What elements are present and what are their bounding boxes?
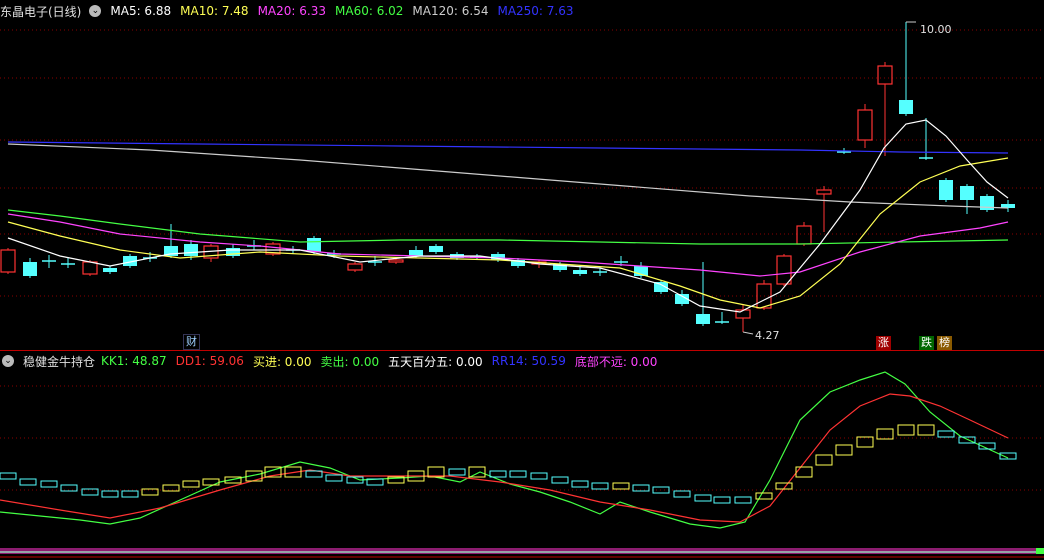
candle-body-down bbox=[429, 246, 443, 252]
indicator-title: 稳健金牛持仓 bbox=[23, 354, 96, 369]
ma120-line bbox=[7, 143, 1009, 209]
candle-body-down bbox=[960, 186, 974, 200]
candle-body-up bbox=[0, 249, 16, 273]
signal-box bbox=[121, 490, 139, 498]
stock-title: 东晶电子(日线) bbox=[0, 4, 82, 19]
low-price-label: 4.27 bbox=[755, 329, 780, 342]
candle-body-down bbox=[307, 238, 321, 252]
signal-box bbox=[325, 474, 343, 482]
signal-box bbox=[182, 480, 200, 488]
rank-badge[interactable]: 榜 bbox=[937, 336, 952, 350]
signal-box bbox=[101, 490, 119, 498]
signal-box bbox=[835, 444, 853, 456]
high-price-label: 10.00 bbox=[920, 23, 952, 36]
candle-body-down bbox=[939, 180, 953, 200]
finance-badge[interactable]: 财 bbox=[183, 334, 200, 350]
ma60-label: MA60: 6.02 bbox=[335, 4, 404, 18]
candle-body-down bbox=[103, 268, 117, 272]
signal-box bbox=[468, 466, 486, 478]
candle-body-down bbox=[573, 270, 587, 274]
signal-strip-end bbox=[1036, 548, 1044, 554]
ma250-line bbox=[7, 141, 1009, 154]
signal-box bbox=[755, 492, 773, 500]
signal-box bbox=[509, 470, 527, 478]
signal-box bbox=[489, 470, 507, 478]
signal-box bbox=[571, 480, 589, 488]
rise-badge[interactable]: 涨 bbox=[876, 336, 891, 350]
ma20-line bbox=[7, 213, 1009, 277]
dd1-label: DD1: 59.06 bbox=[175, 354, 244, 368]
candle-body-up bbox=[776, 255, 792, 285]
signal-box bbox=[897, 424, 915, 436]
candle-body-up bbox=[796, 225, 812, 245]
five-day-label: 五天百分五: 0.00 bbox=[388, 354, 483, 369]
ma60-line bbox=[7, 209, 1009, 245]
price-legend: 东晶电子(日线) ⌄ MA5: 6.88 MA10: 7.48 MA20: 6.… bbox=[0, 3, 583, 19]
signal-box bbox=[19, 478, 37, 486]
ma5-line bbox=[7, 119, 1009, 313]
signal-box bbox=[713, 496, 731, 504]
candle-body-down bbox=[696, 314, 710, 324]
signal-box bbox=[734, 496, 752, 504]
candle-body-up bbox=[857, 109, 873, 141]
signal-box bbox=[815, 454, 833, 466]
ma5-label: MA5: 6.88 bbox=[110, 4, 172, 18]
collapse-icon[interactable]: ⌄ bbox=[2, 355, 14, 367]
kk1-label: KK1: 48.87 bbox=[101, 354, 167, 368]
signal-box bbox=[0, 472, 17, 480]
indicator-chart bbox=[0, 371, 1044, 558]
signal-box bbox=[591, 482, 609, 490]
ma250-label: MA250: 7.63 bbox=[497, 4, 574, 18]
candle-body-up bbox=[347, 263, 363, 271]
candle-body-down bbox=[899, 100, 913, 114]
sell-label: 卖出: 0.00 bbox=[320, 354, 380, 369]
ma120-label: MA120: 6.54 bbox=[412, 4, 489, 18]
dd1-line bbox=[0, 393, 1009, 523]
signal-box bbox=[551, 476, 569, 484]
rr14-label: RR14: 50.59 bbox=[491, 354, 566, 368]
candle-body-up bbox=[388, 259, 404, 263]
signal-strip-inner bbox=[0, 551, 1036, 553]
ma10-line bbox=[7, 157, 1009, 309]
ma20-label: MA20: 6.33 bbox=[257, 4, 326, 18]
signal-box bbox=[530, 472, 548, 480]
fall-badge[interactable]: 跌 bbox=[919, 336, 934, 350]
signal-box bbox=[448, 468, 466, 476]
collapse-icon[interactable]: ⌄ bbox=[89, 5, 102, 17]
signal-box bbox=[40, 480, 58, 488]
candle-body-up bbox=[816, 189, 832, 195]
indicator-panel[interactable]: ⌄ 稳健金牛持仓 KK1: 48.87 DD1: 59.06 买进: 0.00 … bbox=[0, 350, 1044, 560]
candle-body-up bbox=[877, 65, 893, 85]
signal-box bbox=[937, 430, 955, 438]
signal-box bbox=[694, 494, 712, 502]
bottom-near-label: 底部不远: 0.00 bbox=[574, 354, 658, 369]
indicator-legend: ⌄ 稳健金牛持仓 KK1: 48.87 DD1: 59.06 买进: 0.00 … bbox=[0, 353, 666, 369]
candle-body-down bbox=[184, 244, 198, 256]
low-marker-line bbox=[742, 331, 754, 335]
signal-box bbox=[612, 482, 630, 490]
candle-body-up bbox=[82, 261, 98, 275]
buy-label: 买进: 0.00 bbox=[252, 354, 312, 369]
candlestick-chart: 10.00 4.27 bbox=[0, 21, 1044, 342]
signal-box bbox=[917, 424, 935, 436]
candle-body-down bbox=[409, 250, 423, 256]
kk1-line bbox=[0, 371, 1009, 529]
ma10-label: MA10: 7.48 bbox=[180, 4, 249, 18]
price-chart-panel[interactable]: 东晶电子(日线) ⌄ MA5: 6.88 MA10: 7.48 MA20: 6.… bbox=[0, 0, 1044, 350]
signal-box bbox=[795, 466, 813, 478]
candle-body-down bbox=[23, 262, 37, 276]
signal-box bbox=[673, 490, 691, 498]
